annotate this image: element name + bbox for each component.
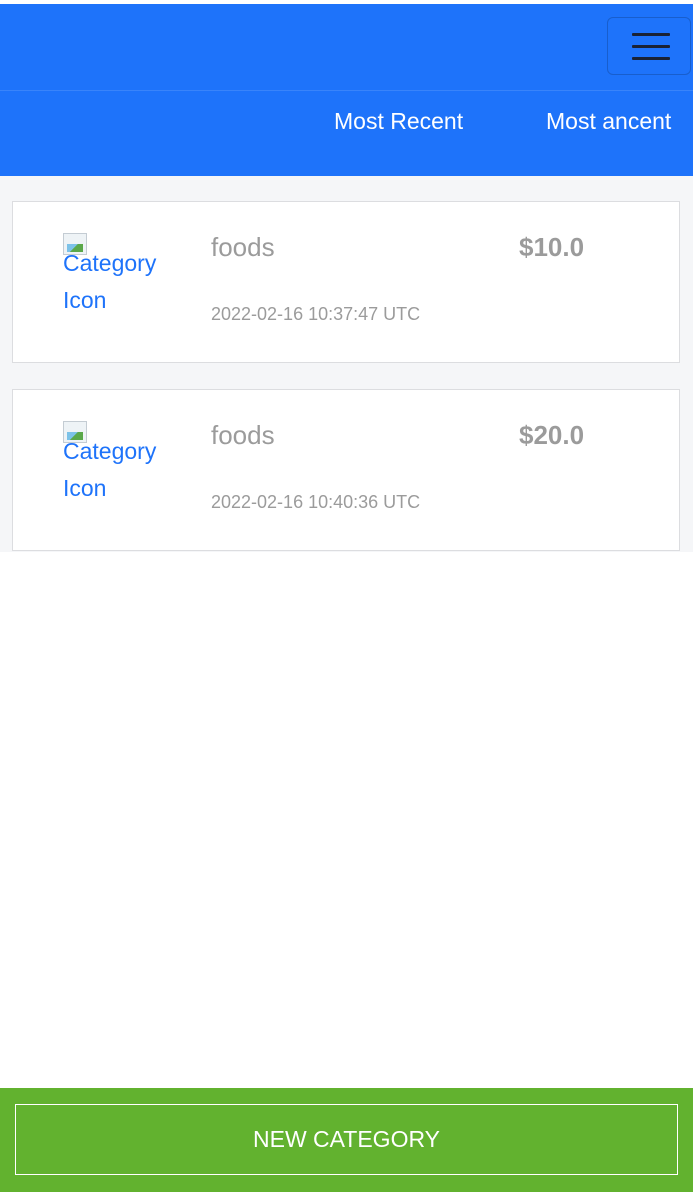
bottom-action-bar: NEW CATEGORY xyxy=(0,1088,693,1192)
category-icon-alt-text: Category Icon xyxy=(63,438,157,501)
category-name: foods xyxy=(211,232,275,262)
hamburger-menu-icon xyxy=(632,33,670,36)
category-icon-image: Category Icon xyxy=(63,233,173,319)
navbar xyxy=(0,4,693,90)
category-amount: $20.0 xyxy=(519,420,585,450)
sort-most-recent-link[interactable]: Most Recent xyxy=(334,108,463,135)
category-date: 2022-02-16 10:37:47 UTC xyxy=(211,304,421,324)
new-category-button[interactable]: NEW CATEGORY xyxy=(15,1104,678,1175)
category-name: foods xyxy=(211,420,275,450)
category-date: 2022-02-16 10:40:36 UTC xyxy=(211,492,421,512)
hamburger-menu-icon-bar xyxy=(632,45,670,48)
category-amount: $10.0 xyxy=(519,232,585,262)
broken-image-icon xyxy=(63,233,87,255)
sort-most-ancent-link[interactable]: Most ancent xyxy=(546,108,671,135)
hamburger-menu-icon-bar xyxy=(632,57,670,60)
broken-image-icon xyxy=(63,421,87,443)
category-icon-image: Category Icon xyxy=(63,421,173,507)
category-icon-alt-text: Category Icon xyxy=(63,250,157,313)
category-card[interactable]: Category Icon foods $10.0 2022-02-16 10:… xyxy=(12,201,680,363)
sort-bar: Most Recent Most ancent xyxy=(0,90,693,176)
menu-toggle-button[interactable] xyxy=(607,17,691,75)
category-card[interactable]: Category Icon foods $20.0 2022-02-16 10:… xyxy=(12,389,680,551)
category-list: Category Icon foods $10.0 2022-02-16 10:… xyxy=(0,176,693,552)
